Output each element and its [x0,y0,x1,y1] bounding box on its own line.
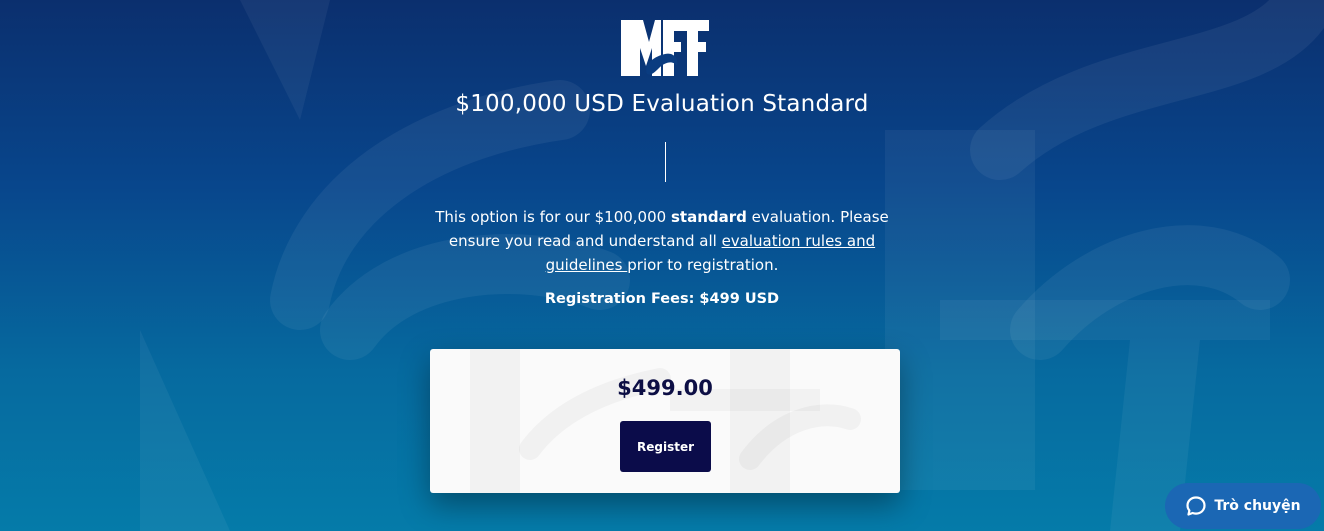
description-bold-standard: standard [670,208,747,226]
description-text-3: prior to registration. [627,256,779,274]
evaluation-description: This option is for our $100,000 standard… [412,205,912,277]
chat-label: Trò chuyện [1214,498,1301,514]
brand-logo[interactable] [621,20,711,78]
chat-button[interactable]: Trò chuyện [1165,483,1321,529]
chat-bubble-icon [1186,496,1206,516]
price-amount: $499.00 [617,376,713,400]
registration-fees: Registration Fees: $499 USD [544,291,780,307]
description-text-1: This option is for our $100,000 [435,208,671,226]
title-divider [665,142,666,182]
page-title: $100,000 USD Evaluation Standard [455,91,869,117]
mff-logo-icon [621,20,709,76]
register-button[interactable]: Register [620,421,711,472]
price-card: $499.00 Register [430,349,900,493]
